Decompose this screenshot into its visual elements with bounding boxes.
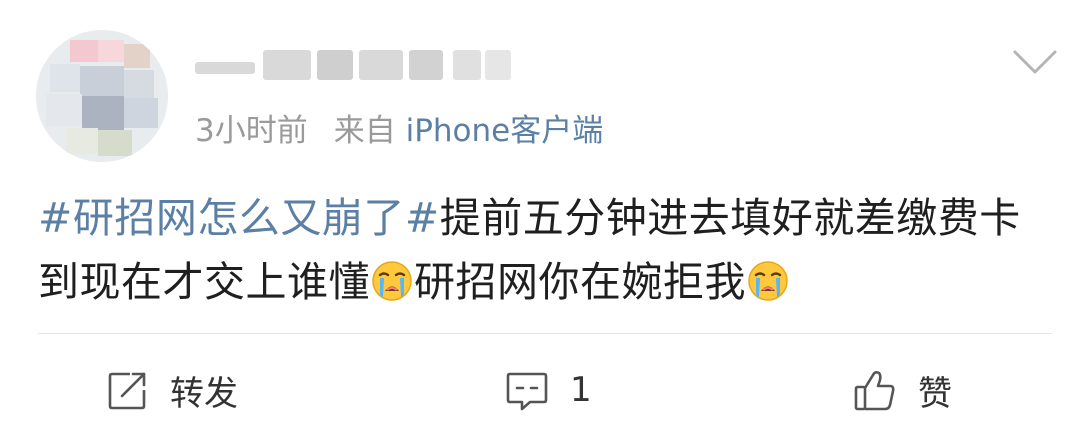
comment-icon — [506, 372, 548, 411]
like-icon — [854, 371, 895, 411]
avatar[interactable] — [36, 30, 168, 162]
like-button[interactable]: 赞 — [852, 350, 952, 430]
repost-icon — [108, 372, 146, 410]
post-text-line2: 研招网你在婉拒我 — [414, 258, 746, 306]
source-prefix: 来自 — [333, 113, 396, 149]
divider — [38, 333, 1052, 334]
comment-count: 1 — [570, 370, 592, 410]
crying-emoji-icon — [747, 256, 789, 301]
username-blurred[interactable] — [195, 40, 535, 92]
topic-link[interactable]: #研招网怎么又崩了# — [38, 194, 440, 242]
comment-button[interactable]: 1 — [504, 350, 592, 430]
post-meta: 3小时前 来自 iPhone客户端 — [195, 110, 603, 152]
post-content: #研招网怎么又崩了#提前五分钟进去填好就差缴费卡到现在才交上谁懂 研招网你在婉拒… — [38, 186, 1048, 314]
chevron-down-icon[interactable] — [1012, 46, 1058, 78]
repost-button[interactable]: 转发 — [106, 350, 238, 430]
action-bar: 转发 1 赞 — [0, 350, 1080, 430]
source-name[interactable]: iPhone客户端 — [406, 113, 604, 149]
like-label: 赞 — [918, 373, 952, 414]
timestamp: 3小时前 — [195, 113, 308, 149]
repost-label: 转发 — [170, 373, 238, 414]
crying-emoji-icon — [371, 256, 413, 301]
